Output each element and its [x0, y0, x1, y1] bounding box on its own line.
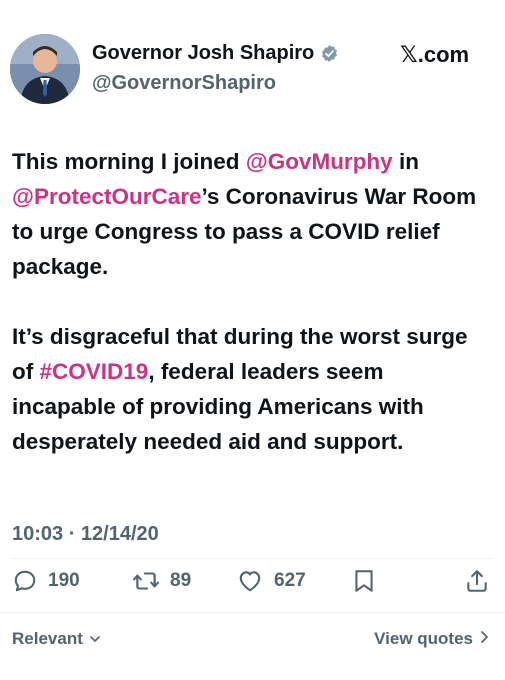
repost-icon [132, 572, 160, 590]
divider [12, 558, 493, 559]
like-button[interactable]: 627 [236, 566, 306, 596]
bookmark-icon [355, 570, 373, 592]
sort-label: Relevant [12, 629, 83, 648]
tweet-text: This morning I joined @GovMurphy in @Pro… [12, 144, 492, 459]
heart-icon [239, 571, 261, 592]
chevron-down-icon [89, 629, 101, 649]
tweet-text-segment: in [392, 149, 419, 174]
share-button[interactable] [464, 566, 490, 596]
repost-count: 89 [170, 570, 192, 591]
reply-icon [14, 570, 36, 592]
bookmark-button[interactable] [352, 566, 376, 596]
tweet-timestamp[interactable]: 10:03 · 12/14/20 [12, 523, 159, 546]
share-icon [467, 570, 487, 592]
sort-replies-button[interactable]: Relevant [12, 629, 101, 649]
repost-button[interactable]: 89 [132, 566, 191, 596]
author-name[interactable]: Governor Josh Shapiro [92, 42, 314, 65]
divider [0, 612, 505, 613]
reply-button[interactable]: 190 [12, 566, 80, 596]
tweet-paragraph-2: It’s disgraceful that during the worst s… [12, 319, 492, 459]
mention-protectourcare[interactable]: @ProtectOurCare [12, 184, 202, 209]
author-handle[interactable]: @GovernorShapiro [92, 72, 276, 95]
reply-count: 190 [48, 570, 80, 591]
hashtag-covid19[interactable]: #COVID19 [40, 359, 149, 384]
mention-govmurphy[interactable]: @GovMurphy [246, 149, 393, 174]
tweet-text-segment: This morning I joined [12, 149, 246, 174]
tweet-paragraph-1: This morning I joined @GovMurphy in @Pro… [12, 144, 492, 284]
view-quotes-link[interactable]: View quotes [374, 629, 489, 649]
author-name-row[interactable]: Governor Josh Shapiro [92, 42, 339, 65]
like-count: 627 [274, 570, 306, 591]
chevron-right-icon [479, 629, 489, 649]
view-quotes-label: View quotes [374, 629, 473, 648]
verified-badge-icon [320, 44, 339, 63]
avatar-image [10, 34, 80, 104]
avatar[interactable] [10, 34, 80, 104]
source-label: 𝕏.com [400, 42, 470, 67]
